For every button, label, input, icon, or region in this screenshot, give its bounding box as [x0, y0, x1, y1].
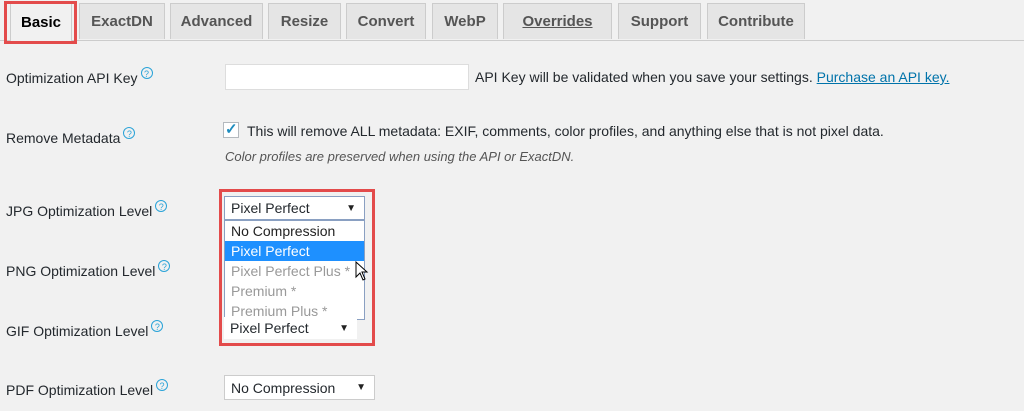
- jpg-level-dropdown-list: No Compression Pixel Perfect Pixel Perfe…: [224, 220, 365, 320]
- remove-metadata-description: This will remove ALL metadata: EXIF, com…: [247, 123, 884, 139]
- api-key-hint: API Key will be validated when you save …: [475, 69, 950, 85]
- help-circle-icon[interactable]: ?: [151, 320, 164, 332]
- tab-basic[interactable]: Basic: [10, 3, 72, 41]
- option-no-compression[interactable]: No Compression: [225, 221, 364, 241]
- tab-contribute[interactable]: Contribute: [707, 3, 805, 39]
- tab-advanced[interactable]: Advanced: [170, 3, 263, 39]
- remove-metadata-checkbox[interactable]: ✓: [223, 121, 239, 138]
- jpg-level-select[interactable]: Pixel Perfect ▼: [224, 196, 365, 220]
- png-level-label: PNG Optimization Level?: [6, 260, 171, 279]
- settings-tab-bar: Basic ExactDN Advanced Resize Convert We…: [0, 0, 1024, 41]
- jpg-level-label: JPG Optimization Level?: [6, 200, 168, 219]
- option-pixel-perfect-plus[interactable]: Pixel Perfect Plus *: [225, 261, 364, 281]
- tab-support[interactable]: Support: [618, 3, 701, 39]
- dropdown-arrow-icon: ▼: [346, 202, 356, 214]
- dropdown-arrow-icon: ▼: [356, 382, 366, 393]
- tab-overrides[interactable]: Overrides: [503, 3, 612, 39]
- gif-level-select[interactable]: Pixel Perfect ▼: [224, 317, 357, 339]
- dropdown-arrow-icon: ▼: [339, 322, 349, 334]
- remove-metadata-label: Remove Metadata?: [6, 127, 136, 146]
- remove-metadata-note: Color profiles are preserved when using …: [225, 149, 575, 164]
- purchase-api-key-link[interactable]: Purchase an API key.: [817, 69, 950, 85]
- help-circle-icon[interactable]: ?: [155, 200, 168, 212]
- help-circle-icon[interactable]: ?: [140, 67, 153, 79]
- tab-webp[interactable]: WebP: [432, 3, 498, 39]
- help-circle-icon[interactable]: ?: [158, 260, 171, 272]
- help-circle-icon[interactable]: ?: [123, 127, 136, 139]
- pdf-level-select[interactable]: No Compression ▼: [224, 375, 375, 400]
- pdf-level-label: PDF Optimization Level?: [6, 379, 169, 398]
- tab-exactdn[interactable]: ExactDN: [79, 3, 165, 39]
- option-pixel-perfect[interactable]: Pixel Perfect: [225, 241, 364, 261]
- api-key-input[interactable]: [225, 64, 469, 90]
- checkmark-icon: ✓: [225, 121, 238, 138]
- gif-level-label: GIF Optimization Level?: [6, 320, 164, 339]
- tab-resize[interactable]: Resize: [268, 3, 341, 39]
- option-premium[interactable]: Premium *: [225, 281, 364, 301]
- api-key-label: Optimization API Key?: [6, 67, 153, 86]
- mouse-pointer-icon: [355, 261, 369, 281]
- tab-convert[interactable]: Convert: [346, 3, 426, 39]
- help-circle-icon[interactable]: ?: [156, 379, 169, 391]
